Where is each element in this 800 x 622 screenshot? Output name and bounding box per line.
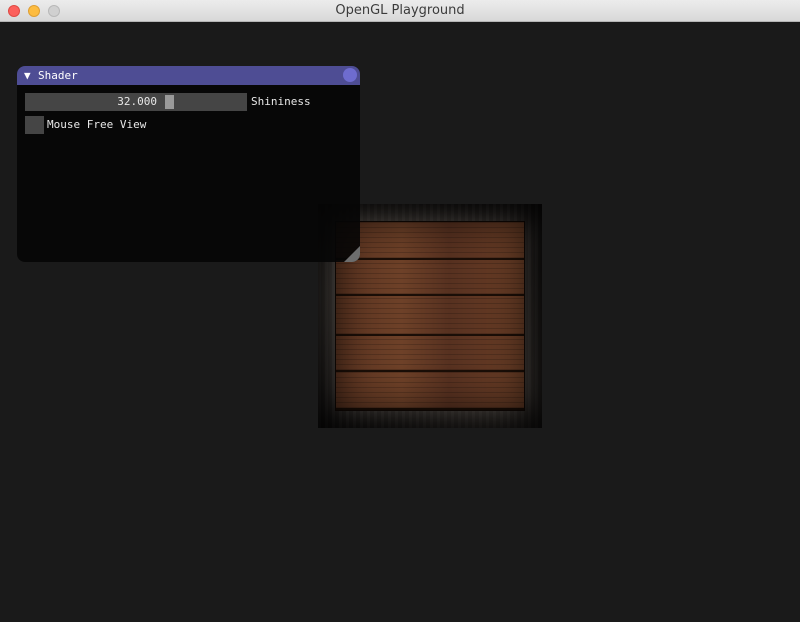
shininess-slider[interactable]: 32.000 xyxy=(25,93,247,111)
shader-panel-title: Shader xyxy=(38,69,78,82)
mouse-free-view-checkbox[interactable] xyxy=(25,116,44,134)
crate-plank xyxy=(336,222,524,260)
window-title: OpenGL Playground xyxy=(335,3,465,18)
app-window: OpenGL Playground ▼ Shader 32.000 Shinin… xyxy=(0,0,800,622)
shader-panel[interactable]: ▼ Shader 32.000 Shininess Mouse Free Vie… xyxy=(17,66,360,262)
crate-plank xyxy=(336,336,524,372)
crate-plank xyxy=(336,260,524,296)
chevron-down-icon[interactable]: ▼ xyxy=(24,68,31,83)
shininess-label: Shininess xyxy=(251,95,311,108)
resize-grip-icon[interactable] xyxy=(344,246,360,262)
mouse-free-view-label: Mouse Free View xyxy=(47,118,147,131)
crate-plank xyxy=(336,372,524,410)
title-bar: OpenGL Playground xyxy=(0,0,800,22)
panel-close-icon[interactable] xyxy=(343,68,357,82)
shininess-value: 32.000 xyxy=(117,95,157,108)
shader-panel-title-bar[interactable]: ▼ Shader xyxy=(17,66,360,85)
slider-grab-handle[interactable] xyxy=(165,95,174,109)
crate-plank xyxy=(336,296,524,336)
crate-planks xyxy=(336,222,524,410)
